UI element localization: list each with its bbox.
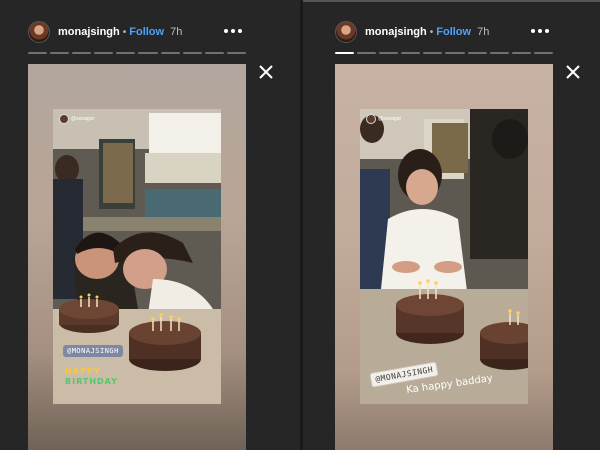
progress-segment (94, 52, 114, 54)
username[interactable]: monajsingh (365, 26, 427, 38)
username[interactable]: monajsingh (58, 26, 120, 38)
progress-segment (138, 52, 158, 54)
story-frame[interactable]: @sonagor @MONAJSINGH HAPPY BIRTHDAY (28, 64, 246, 450)
birthday-line-2: BIRTHDAY (65, 377, 118, 386)
story-frame[interactable]: @sonagor @MONAJSINGH Ka happy badday (335, 64, 553, 450)
progress-segment (467, 52, 487, 54)
progress-segment (533, 52, 553, 54)
progress-segment (182, 52, 202, 54)
mention-sticker[interactable]: @MONAJSINGH (63, 345, 123, 357)
progress-segment (204, 52, 224, 54)
story-photo: @sonagor @MONAJSINGH Ka happy badday (360, 109, 528, 404)
photo-illustration (53, 109, 221, 404)
progress-segment (335, 52, 355, 54)
mini-mention-text: @sonagor (378, 116, 402, 122)
progress-segment (72, 52, 92, 54)
progress-segment (116, 52, 136, 54)
follow-button[interactable]: Follow (129, 26, 164, 38)
story-header: monajsingh • Follow 7h (28, 20, 182, 44)
follow-button[interactable]: Follow (436, 26, 471, 38)
avatar[interactable] (28, 21, 50, 43)
post-time: 7h (477, 26, 490, 38)
progress-segment (445, 52, 465, 54)
mini-mention-tag: @sonagor (59, 114, 94, 124)
progress-segment (226, 52, 246, 54)
progress-segment (489, 52, 509, 54)
progress-segment (511, 52, 531, 54)
progress-segment (50, 52, 70, 54)
mini-mention-text: @sonagor (71, 116, 95, 122)
story-header: monajsingh • Follow 7h (335, 20, 489, 44)
story-panel-right: monajsingh • Follow 7h @sonagor @MONAJSI… (303, 0, 600, 450)
story-photo: @sonagor @MONAJSINGH HAPPY BIRTHDAY (53, 109, 221, 404)
mini-avatar (59, 114, 69, 124)
progress-segment (379, 52, 399, 54)
progress-segment (401, 52, 421, 54)
close-icon[interactable] (258, 64, 274, 80)
progress-segment (160, 52, 180, 54)
top-divider-line (303, 0, 600, 2)
close-icon[interactable] (565, 64, 581, 80)
story-progress-bar (335, 52, 553, 54)
progress-segment (357, 52, 377, 54)
progress-segment (423, 52, 443, 54)
post-time: 7h (170, 26, 183, 38)
more-options-icon[interactable] (531, 22, 549, 40)
photo-illustration (360, 109, 528, 404)
story-panel-left: monajsingh • Follow 7h @sonagor @MONAJSI… (0, 0, 300, 450)
separator-dot: • (122, 26, 127, 38)
story-progress-bar (28, 52, 246, 54)
mini-avatar (366, 114, 376, 124)
more-options-icon[interactable] (224, 22, 242, 40)
birthday-line-1: HAPPY (65, 367, 101, 376)
separator-dot: • (429, 26, 434, 38)
avatar[interactable] (335, 21, 357, 43)
birthday-sticker: HAPPY BIRTHDAY (65, 367, 118, 387)
mini-mention-tag: @sonagor (366, 114, 401, 124)
progress-segment (28, 52, 48, 54)
